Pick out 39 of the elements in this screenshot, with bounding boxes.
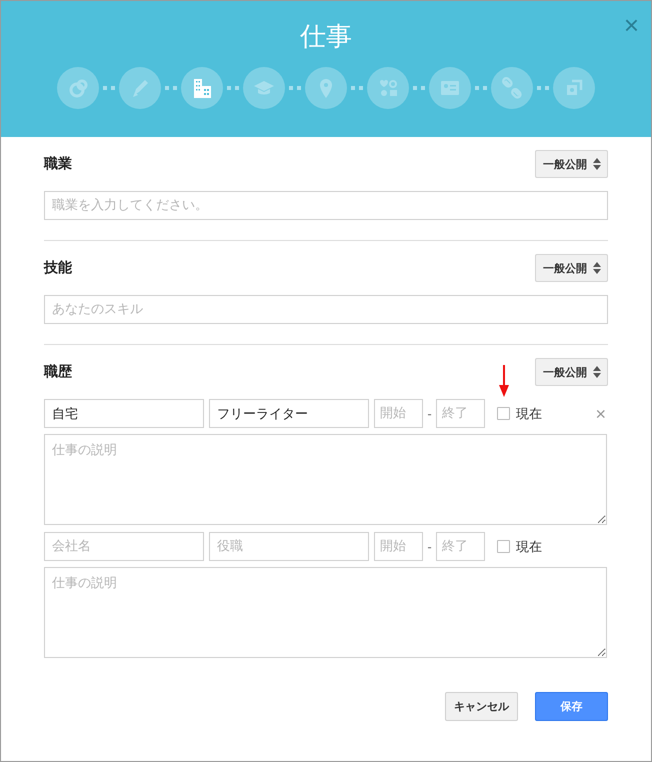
company-field[interactable]: 会社名 xyxy=(44,532,204,561)
position-field[interactable]: フリーライター xyxy=(209,399,369,428)
description-field[interactable]: 仕事の説明 xyxy=(44,434,607,525)
position-field[interactable]: 役職 xyxy=(209,532,369,561)
checkbox-label: 現在 xyxy=(516,538,542,556)
privacy-dropdown[interactable]: 一般公開 xyxy=(535,358,608,386)
text-field[interactable]: あなたのスキル xyxy=(44,295,608,324)
step-button[interactable] xyxy=(57,67,99,109)
end-field[interactable]: 終了 xyxy=(436,399,485,428)
section-label: 職業 xyxy=(44,155,72,173)
step-button[interactable] xyxy=(119,67,161,109)
start-field[interactable]: 開始 xyxy=(374,399,423,428)
checkbox[interactable] xyxy=(497,540,510,553)
step-button[interactable] xyxy=(367,67,409,109)
updown-arrows-icon xyxy=(593,262,601,274)
dialog-title: 仕事 xyxy=(300,21,352,53)
step-button[interactable] xyxy=(491,67,533,109)
end-field[interactable]: 終了 xyxy=(436,532,485,561)
checkbox-label: 現在 xyxy=(516,406,542,422)
start-field[interactable]: 開始 xyxy=(374,532,423,561)
date-separator: - xyxy=(426,406,433,420)
step-button[interactable] xyxy=(243,67,285,109)
privacy-dropdown[interactable]: 一般公開 xyxy=(535,150,608,178)
company-field[interactable]: 自宅 xyxy=(44,399,204,428)
cancel-button[interactable]: キャンセル xyxy=(445,692,518,721)
description-field[interactable]: 仕事の説明 xyxy=(44,567,607,658)
link-icon xyxy=(500,76,524,100)
step-button[interactable] xyxy=(181,67,223,109)
updown-arrows-icon xyxy=(593,366,601,378)
step-button[interactable] xyxy=(429,67,471,109)
section-label: 技能 xyxy=(44,259,72,277)
step-button[interactable] xyxy=(305,67,347,109)
step-button[interactable] xyxy=(553,67,595,109)
checkbox[interactable] xyxy=(497,407,510,420)
text-field[interactable]: 職業を入力してください。 xyxy=(44,191,608,220)
updown-arrows-icon xyxy=(593,158,601,170)
privacy-dropdown[interactable]: 一般公開 xyxy=(535,254,608,282)
date-separator: - xyxy=(426,540,433,554)
section-label: 職歴 xyxy=(44,363,72,381)
